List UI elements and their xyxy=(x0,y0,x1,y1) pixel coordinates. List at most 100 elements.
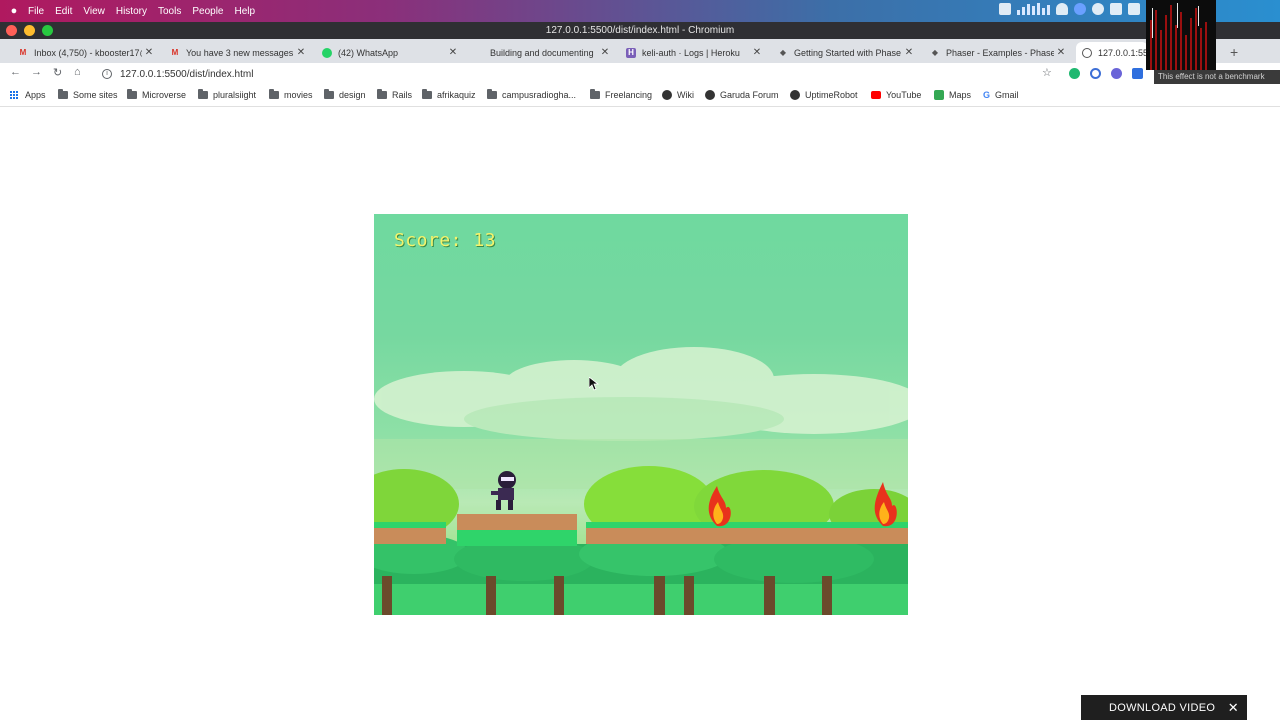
bookmark-freelancing[interactable]: Freelancing xyxy=(590,89,653,100)
clouds xyxy=(374,347,908,441)
close-tab-icon[interactable]: ✕ xyxy=(598,47,612,58)
menu-tools[interactable]: Tools xyxy=(158,6,181,17)
terminal-icon[interactable] xyxy=(1110,3,1122,15)
close-tab-icon[interactable]: ✕ xyxy=(294,47,308,58)
forward-icon[interactable]: → xyxy=(31,66,42,78)
bookmark-apps[interactable]: Apps xyxy=(10,90,46,100)
system-menu-bar: ● File Edit View History Tools People He… xyxy=(0,0,1280,22)
bookmark-youtube[interactable]: YouTube xyxy=(871,90,921,100)
bookmark-label: UptimeRobot xyxy=(805,90,858,100)
menu-history[interactable]: History xyxy=(116,6,147,17)
bookmark-star-icon[interactable]: ☆ xyxy=(1042,66,1052,79)
window-title: 127.0.0.1:5500/dist/index.html - Chromiu… xyxy=(545,25,735,36)
bell-icon[interactable] xyxy=(1056,3,1068,15)
tab-whatsapp[interactable]: (42) WhatsApp ✕ xyxy=(316,42,464,63)
bookmark-label: pluralsiight xyxy=(213,90,257,100)
heroku-icon: H xyxy=(626,47,636,58)
bookmark-label: Rails xyxy=(392,90,413,100)
reload-icon[interactable]: ↻ xyxy=(53,66,62,79)
menu-file[interactable]: File xyxy=(28,6,44,17)
whatsapp-icon xyxy=(322,47,332,58)
bookmark-label: afrikaquiz xyxy=(437,90,476,100)
audio-visualizer-widget: This effect is not a benchmark xyxy=(1146,0,1280,86)
gmail-icon: M xyxy=(171,48,179,57)
bookmark-maps[interactable]: Maps xyxy=(934,90,971,100)
tab-label: keli-auth · Logs | Heroku xyxy=(642,47,740,58)
bookmark-label: Some sites xyxy=(73,90,118,100)
address-bar[interactable]: i 127.0.0.1:5500/dist/index.html xyxy=(96,65,1056,83)
folder-icon xyxy=(127,89,137,99)
folder-icon xyxy=(377,89,387,99)
audio-level-icon xyxy=(1017,3,1050,15)
menu-help[interactable]: Help xyxy=(234,6,255,17)
game-scene xyxy=(374,347,908,615)
bookmark-rails[interactable]: Rails xyxy=(377,89,413,100)
close-tab-icon[interactable]: ✕ xyxy=(1054,47,1068,58)
tab-label: Inbox (4,750) - kbooster17@ xyxy=(34,47,142,58)
browser-toolbar: ← → ↻ ⌂ i 127.0.0.1:5500/dist/index.html… xyxy=(0,63,1280,85)
folder-icon xyxy=(487,89,497,99)
bookmark-garuda-forum[interactable]: Garuda Forum xyxy=(705,90,779,100)
folder-icon xyxy=(269,89,279,99)
bookmark-afrikaquiz[interactable]: afrikaquiz xyxy=(422,89,476,100)
close-icon[interactable]: ✕ xyxy=(1228,700,1239,716)
bookmark-wiki[interactable]: Wiki xyxy=(662,90,694,100)
game-canvas[interactable]: Score: 13 xyxy=(374,214,908,615)
extension-icon[interactable] xyxy=(1132,68,1143,79)
folder-icon xyxy=(198,89,208,99)
tab-label: Phaser - Examples - Phaser xyxy=(946,47,1054,58)
info-icon[interactable] xyxy=(1092,3,1104,15)
tab-heroku-logs[interactable]: H keli-auth · Logs | Heroku ✕ xyxy=(620,42,768,63)
tab-label: Getting Started with Phase xyxy=(794,47,902,58)
tab-building-documenting[interactable]: Building and documenting ✕ xyxy=(468,42,616,63)
bookmark-design[interactable]: design xyxy=(324,89,366,100)
bookmark-label: Freelancing xyxy=(605,90,653,100)
blank-icon xyxy=(474,48,484,58)
menu-people[interactable]: People xyxy=(192,6,223,17)
bookmark-movies[interactable]: movies xyxy=(269,89,313,100)
tab-gmail-inbox[interactable]: M Inbox (4,750) - kbooster17@ ✕ xyxy=(12,42,160,63)
close-tab-icon[interactable]: ✕ xyxy=(446,47,460,58)
gmail-icon: M xyxy=(19,48,27,57)
tab-gmail-messages[interactable]: M You have 3 new messages ✕ xyxy=(164,42,312,63)
shield-icon[interactable] xyxy=(1074,3,1086,15)
screen-icon[interactable] xyxy=(999,3,1011,15)
visualizer-bars xyxy=(1146,0,1216,70)
apps-grid-icon xyxy=(10,91,18,99)
folder-icon xyxy=(324,89,334,99)
bookmark-label: movies xyxy=(284,90,313,100)
download-video-button[interactable]: DOWNLOAD VIDEO ✕ xyxy=(1081,695,1247,720)
home-icon[interactable]: ⌂ xyxy=(74,66,81,78)
close-tab-icon[interactable]: ✕ xyxy=(750,47,764,58)
bookmark-uptimerobot[interactable]: UptimeRobot xyxy=(790,90,858,100)
bookmark-pluralsiight[interactable]: pluralsiight xyxy=(198,89,257,100)
back-icon[interactable]: ← xyxy=(10,66,21,78)
tab-localhost-active[interactable]: 127.0.0.1:550 xyxy=(1076,42,1148,63)
menu-view[interactable]: View xyxy=(83,6,105,17)
menu-edit[interactable]: Edit xyxy=(55,6,72,17)
tab-label: 127.0.0.1:550 xyxy=(1098,47,1148,58)
bookmark-some-sites[interactable]: Some sites xyxy=(58,89,118,100)
site-info-icon[interactable]: i xyxy=(102,69,112,79)
clipboard-icon[interactable] xyxy=(1128,3,1140,15)
apple-icon[interactable]: ● xyxy=(0,5,28,17)
close-tab-icon[interactable]: ✕ xyxy=(902,47,916,58)
bookmark-label: Gmail xyxy=(995,90,1019,100)
bookmark-microverse[interactable]: Microverse xyxy=(127,89,186,100)
bookmark-gmail[interactable]: G Gmail xyxy=(983,90,1019,100)
download-video-label: DOWNLOAD VIDEO xyxy=(1109,701,1216,714)
maps-icon xyxy=(934,90,944,100)
globe-icon xyxy=(1082,47,1092,58)
tab-phaser-examples[interactable]: ◆ Phaser - Examples - Phaser ✕ xyxy=(924,42,1072,63)
google-icon: G xyxy=(983,90,991,100)
bookmark-label: Wiki xyxy=(677,90,694,100)
tab-label: Building and documenting xyxy=(490,47,594,58)
tab-phaser-getting-started[interactable]: ◆ Getting Started with Phase ✕ xyxy=(772,42,920,63)
refresh-extension-icon[interactable] xyxy=(1090,68,1101,79)
close-tab-icon[interactable]: ✕ xyxy=(142,47,156,58)
globe-icon xyxy=(790,90,800,100)
grammarly-icon[interactable] xyxy=(1069,68,1080,79)
bookmarks-bar: Apps Some sites Microverse pluralsiight … xyxy=(0,85,1280,107)
bookmark-campusradio[interactable]: campusradiogha... xyxy=(487,89,576,100)
extension-gear-icon[interactable] xyxy=(1111,68,1122,79)
